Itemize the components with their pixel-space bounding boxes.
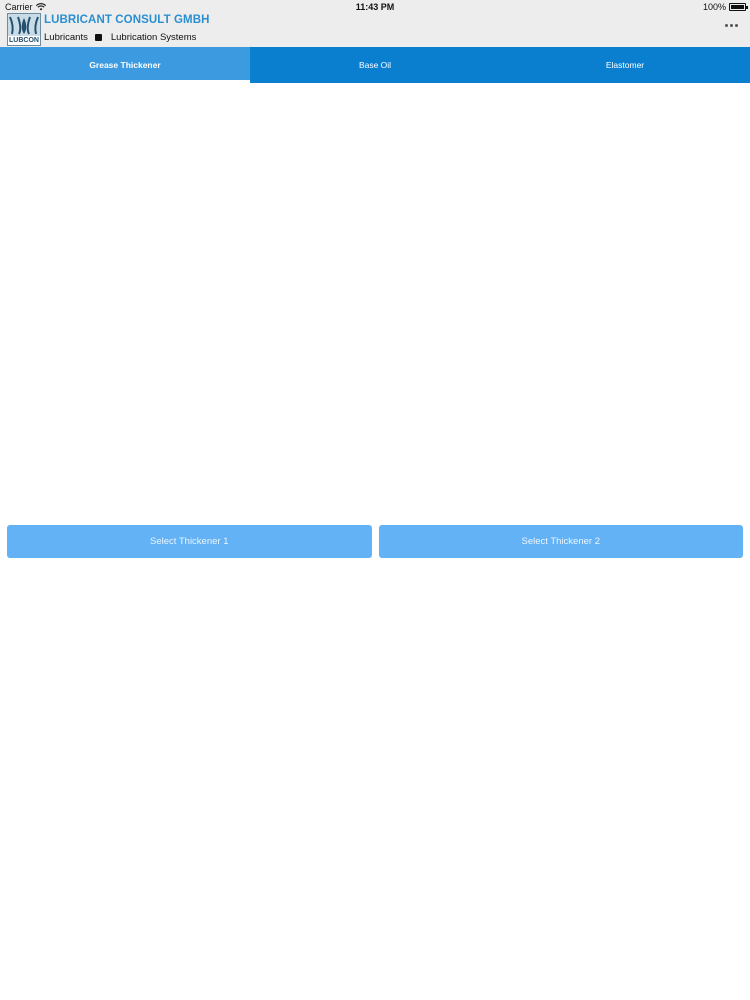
clock: 11:43 PM	[355, 2, 395, 12]
tab-grease-thickener[interactable]: Grease Thickener	[0, 47, 250, 83]
app-header: Carrier 11:43 PM 100% LUBCON LUBRICANT C…	[0, 0, 750, 47]
tab-bar: Grease Thickener Base Oil Elastomer	[0, 47, 750, 83]
logo-text: LUBCON	[9, 37, 39, 44]
thickener-selection-row: Select Thickener 1 Select Thickener 2	[7, 525, 743, 558]
tagline-lubrication-systems: Lubrication Systems	[110, 32, 197, 43]
ellipsis-icon[interactable]	[723, 22, 740, 29]
dot	[735, 24, 738, 27]
app-screen: Carrier 11:43 PM 100% LUBCON LUBRICANT C…	[0, 0, 750, 1000]
battery-level-fill	[731, 5, 744, 9]
lubcon-logo: LUBCON	[7, 13, 41, 46]
tab-elastomer[interactable]: Elastomer	[500, 47, 750, 83]
select-thickener-2-button[interactable]: Select Thickener 2	[378, 525, 743, 558]
battery-icon	[729, 3, 748, 11]
tagline: Lubricants Lubrication Systems	[44, 32, 196, 43]
company-name: LUBRICANT CONSULT GMBH	[44, 14, 210, 26]
dot	[730, 24, 733, 27]
select-thickener-1-button[interactable]: Select Thickener 1	[7, 525, 372, 558]
battery-percent: 100%	[702, 2, 726, 12]
dot	[725, 24, 728, 27]
square-separator-icon	[94, 34, 102, 41]
tab-base-oil[interactable]: Base Oil	[250, 47, 500, 83]
battery-indicator: 100%	[702, 2, 748, 12]
tagline-lubricants: Lubricants	[44, 32, 88, 43]
status-bar: Carrier 11:43 PM 100%	[0, 0, 750, 14]
